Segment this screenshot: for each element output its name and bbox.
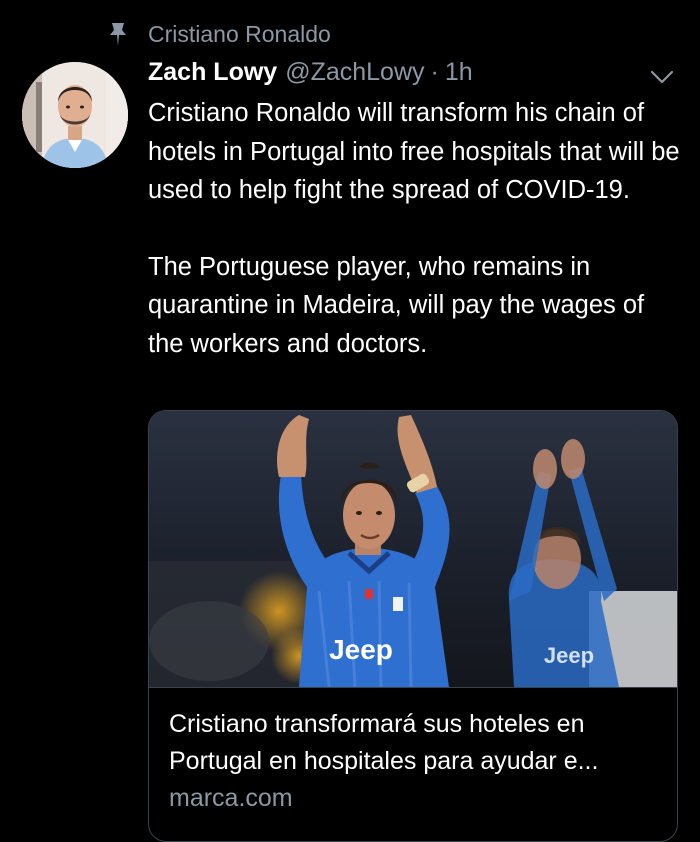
- social-context-label[interactable]: Cristiano Ronaldo: [148, 21, 331, 48]
- pin-icon: [104, 19, 132, 49]
- tweet-paragraph: The Portuguese player, who remains in qu…: [148, 252, 645, 358]
- chevron-down-icon[interactable]: [644, 62, 680, 92]
- link-card[interactable]: Jeep Jeep Cristiano transformará sus hot…: [148, 410, 678, 842]
- tweet-timestamp[interactable]: 1h: [445, 58, 473, 87]
- social-context[interactable]: Cristiano Ronaldo: [104, 18, 331, 50]
- author-name[interactable]: Zach Lowy: [148, 58, 277, 87]
- card-image[interactable]: Jeep Jeep: [149, 411, 677, 688]
- card-meta[interactable]: Cristiano transformará sus hoteles en Po…: [149, 687, 677, 841]
- tweet-header: Zach Lowy @ZachLowy · 1h: [148, 58, 473, 94]
- tweet-text: Cristiano Ronaldo will transform his cha…: [148, 94, 684, 363]
- header-separator: ·: [430, 58, 439, 86]
- avatar[interactable]: [22, 62, 128, 168]
- card-title[interactable]: Cristiano transformará sus hoteles en Po…: [169, 706, 664, 780]
- jersey-sponsor-text: Jeep: [544, 643, 594, 668]
- card-domain: marca.com: [169, 784, 293, 812]
- jersey-sponsor-text: Jeep: [329, 634, 393, 665]
- author-handle[interactable]: @ZachLowy: [285, 58, 424, 87]
- tweet-paragraph: Cristiano Ronaldo will transform his cha…: [148, 99, 680, 204]
